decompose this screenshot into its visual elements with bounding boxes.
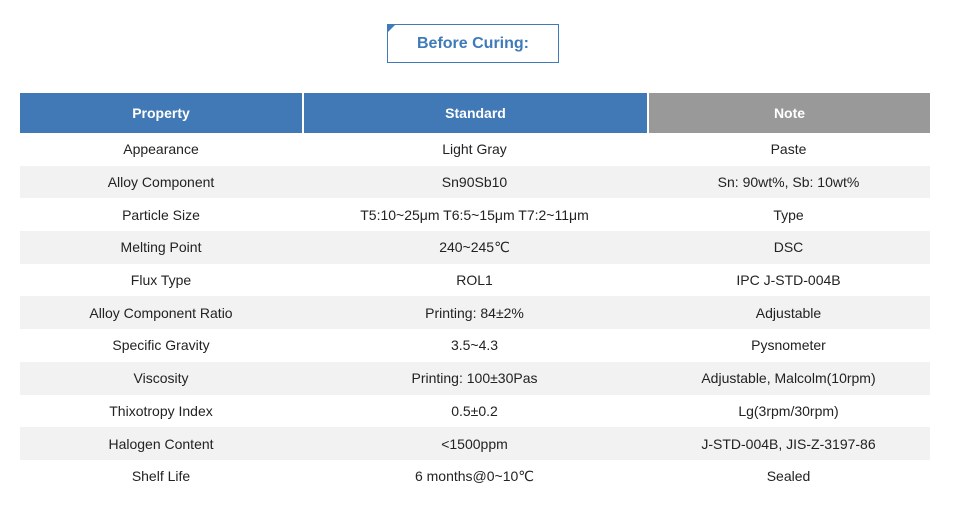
table-row: Specific Gravity 3.5~4.3 Pysnometer bbox=[20, 329, 930, 362]
properties-table: Property Standard Note Appearance Light G… bbox=[20, 93, 930, 493]
cell-property: Halogen Content bbox=[108, 435, 214, 452]
title-corner-decoration bbox=[387, 24, 396, 33]
table-row: Alloy Component Ratio Printing: 84±2% Adju… bbox=[20, 296, 930, 330]
cell-note: Paste bbox=[770, 141, 807, 158]
cell-property: Shelf Life bbox=[131, 468, 191, 485]
cell-standard: Sn90Sb10 bbox=[441, 174, 508, 191]
cell-note: Sealed bbox=[766, 468, 811, 485]
cell-standard: <1500ppm bbox=[441, 435, 508, 452]
cell-note: Adjustable bbox=[755, 304, 822, 321]
table-body: Appearance Light Gray Paste Alloy Component… bbox=[20, 133, 930, 493]
cell-standard: Printing: 84±2% bbox=[425, 304, 524, 321]
cell-standard: Light Gray bbox=[442, 141, 507, 158]
table-row: Thixotropy Index 0.5±0.2 Lg(3rpm/30rpm) bbox=[20, 395, 930, 428]
table-row: Flux Type ROL1 IPC J-STD-004B bbox=[20, 264, 930, 297]
cell-property: Alloy Component bbox=[107, 174, 215, 191]
cell-note: DSC bbox=[773, 239, 804, 256]
cell-property: Specific Gravity bbox=[112, 337, 210, 354]
cell-property: Appearance bbox=[123, 141, 199, 158]
table-row: Alloy Component Sn90Sb10 Sn: 90wt%, Sb: 10… bbox=[20, 165, 930, 199]
cell-note: Adjustable, Malcolm(10rpm) bbox=[701, 370, 876, 387]
cell-standard: 3.5~4.3 bbox=[450, 337, 499, 354]
cell-property: Alloy Component Ratio bbox=[89, 304, 233, 321]
cell-standard: 240~245℃ bbox=[439, 238, 510, 255]
table-row: Viscosity Printing: 100±30Pas Adjustable, … bbox=[20, 361, 930, 395]
cell-standard: Printing: 100±30Pas bbox=[411, 370, 538, 387]
cell-property: Particle Size bbox=[122, 206, 200, 223]
cell-note: J-STD-004B, JIS-Z-3197-86 bbox=[701, 435, 876, 452]
header-standard: Standard bbox=[304, 93, 647, 133]
header-note: Note bbox=[649, 93, 930, 133]
cell-note: IPC J-STD-004B bbox=[736, 272, 841, 289]
cell-standard: 0.5±0.2 bbox=[451, 402, 498, 419]
table-row: Halogen Content <1500ppm J-STD-004B, JIS-Z… bbox=[20, 427, 930, 460]
cell-standard: 6 months@0~10℃ bbox=[414, 467, 535, 484]
cell-note: Sn: 90wt%, Sb: 10wt% bbox=[717, 174, 860, 191]
table-row: Appearance Light Gray Paste bbox=[20, 133, 930, 166]
cell-note: Type bbox=[773, 206, 804, 223]
cell-property: Melting Point bbox=[120, 239, 202, 256]
cell-property: Thixotropy Index bbox=[109, 402, 213, 419]
section-title: Before Curing: bbox=[417, 34, 529, 52]
header-property: Property bbox=[20, 93, 302, 133]
table-row: Shelf Life 6 months@0~10℃ Sealed bbox=[20, 460, 930, 493]
cell-property: Viscosity bbox=[133, 370, 189, 387]
table-header-row: Property Standard Note bbox=[20, 93, 930, 133]
table-row: Melting Point 240~245℃ DSC bbox=[20, 231, 930, 264]
cell-standard: ROL1 bbox=[456, 272, 493, 289]
table-row: Particle Size T5:10~25μm T6:5~15μm T7:2~1… bbox=[20, 198, 930, 231]
cell-note: Pysnometer bbox=[751, 337, 826, 354]
section-title-box: Before Curing: bbox=[387, 24, 559, 63]
cell-note: Lg(3rpm/30rpm) bbox=[738, 402, 839, 419]
cell-standard: T5:10~25μm T6:5~15μm T7:2~11μm bbox=[360, 206, 589, 223]
cell-property: Flux Type bbox=[130, 272, 192, 289]
